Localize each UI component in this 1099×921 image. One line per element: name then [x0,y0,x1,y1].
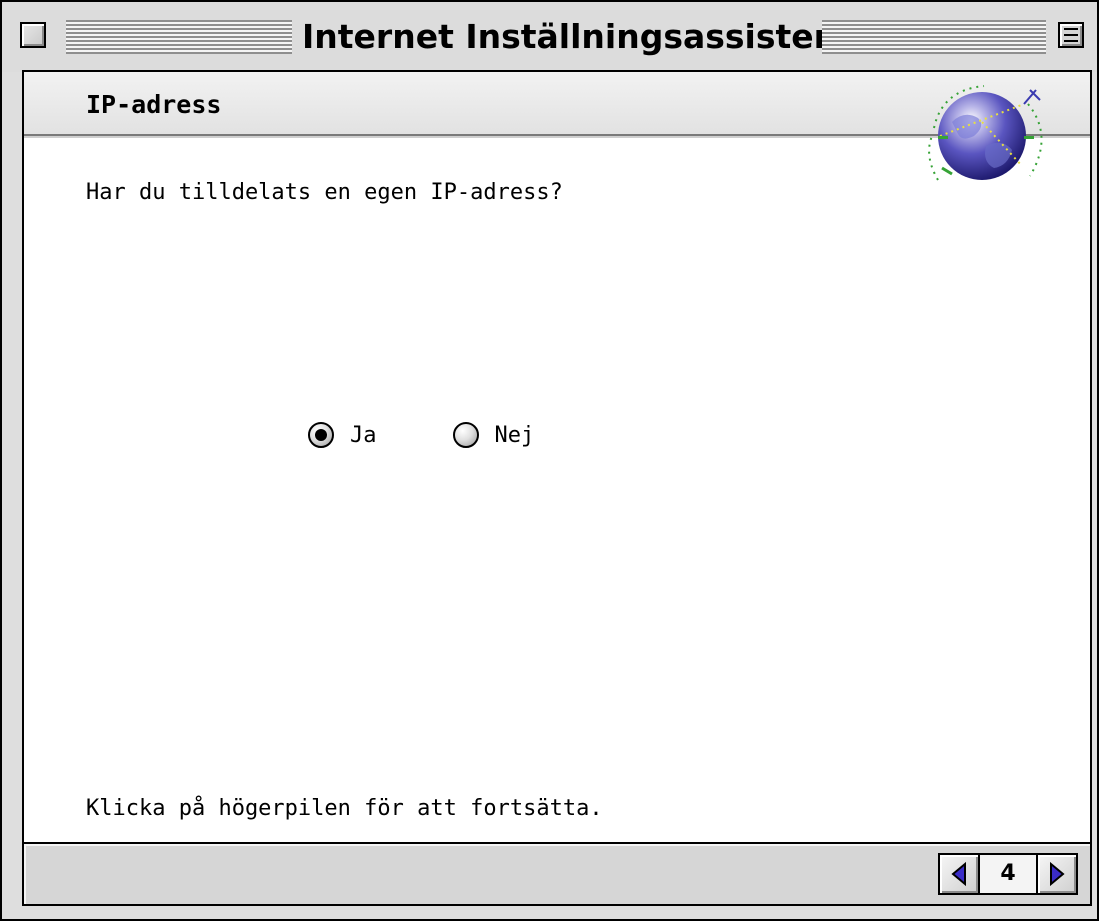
footer-bar: 4 [22,842,1092,906]
radio-option-yes[interactable]: Ja [308,422,377,448]
radio-button-selected[interactable] [308,422,334,448]
radio-button-unselected[interactable] [452,422,479,448]
close-box-icon[interactable] [20,22,46,48]
triangle-right-icon [1050,861,1065,887]
radio-label-yes: Ja [350,422,377,448]
content-panel: IP-adress Har du tilldelats en egen IP-a… [22,70,1092,844]
step-navigation: 4 [938,853,1078,895]
window-title: Internet Inställningsassistent [302,17,853,56]
globe-icon [912,76,1052,192]
back-button[interactable] [940,855,978,893]
next-button[interactable] [1038,855,1076,893]
radio-option-no[interactable]: Nej [452,422,535,448]
step-number: 4 [978,855,1038,893]
assistant-window: Internet Inställningsassistent IP-adress [0,0,1099,921]
collapse-box-icon[interactable] [1058,22,1084,48]
title-bar[interactable]: Internet Inställningsassistent [2,2,1097,72]
instruction-text: Klicka på högerpilen för att fortsätta. [86,796,603,821]
triangle-left-icon [951,861,966,887]
ip-address-radio-group: Ja Nej [308,415,534,455]
title-bar-stripes-right [822,20,1046,54]
question-text: Har du tilldelats en egen IP-adress? [86,180,563,205]
title-bar-stripes-left [66,20,292,54]
radio-label-no: Nej [494,422,535,448]
page-title: IP-adress [86,90,222,119]
